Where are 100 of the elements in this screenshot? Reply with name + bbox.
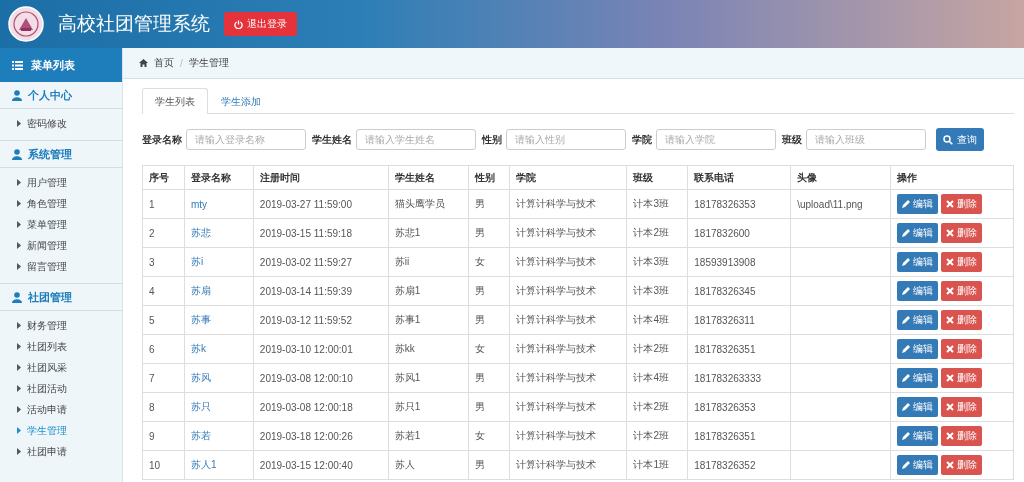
filter-field[interactable]: 请输入学院	[656, 129, 776, 150]
filter-field[interactable]: 请输入性别	[506, 129, 626, 150]
tab[interactable]: 学生列表	[142, 88, 208, 114]
table-cell: 男	[468, 450, 510, 480]
edit-button[interactable]: 编辑	[897, 339, 939, 359]
filter-label: 学生姓名	[312, 132, 352, 147]
table-cell: 计本4班	[626, 363, 688, 393]
close-icon	[946, 432, 955, 440]
filter-field[interactable]: 请输入学生姓名	[356, 129, 476, 150]
sidebar-item[interactable]: 新闻管理	[0, 235, 122, 256]
filter-label: 登录名称	[142, 132, 182, 147]
edit-button[interactable]: 编辑	[897, 252, 939, 272]
edit-button[interactable]: 编辑	[897, 368, 939, 388]
table-cell: 猫头鹰学员	[388, 189, 469, 219]
search-button[interactable]: 查询	[936, 128, 984, 151]
delete-button[interactable]: 删除	[941, 252, 983, 272]
table-cell: 男	[468, 392, 510, 422]
filter-field[interactable]: 请输入班级	[806, 129, 926, 150]
close-icon	[946, 258, 955, 266]
caret-icon	[17, 120, 21, 127]
sidebar-item[interactable]: 社团申请	[0, 441, 122, 462]
table-cell: 苏扇1	[388, 276, 469, 306]
table-cell: 计算计科学与技术	[509, 276, 627, 306]
close-icon	[946, 403, 955, 411]
sidebar-item[interactable]: 财务管理	[0, 315, 122, 336]
delete-button[interactable]: 删除	[941, 194, 983, 214]
sidebar-group[interactable]: 系统管理	[0, 141, 122, 168]
login-link[interactable]: 苏只	[190, 401, 211, 412]
sidebar-item[interactable]: 密码修改	[0, 113, 122, 134]
delete-button[interactable]: 删除	[941, 223, 983, 243]
logo-icon	[8, 6, 44, 42]
login-link[interactable]: 苏悲	[190, 227, 211, 238]
sidebar-item[interactable]: 菜单管理	[0, 214, 122, 235]
table-cell: 计算计科学与技术	[509, 189, 627, 219]
breadcrumb-separator: /	[180, 57, 183, 69]
table-cell: 4	[142, 276, 185, 306]
user-icon	[12, 89, 22, 101]
breadcrumb-item: 学生管理	[188, 56, 229, 70]
delete-button[interactable]: 删除	[941, 339, 983, 359]
sidebar-item[interactable]: 学生管理	[0, 420, 122, 441]
logout-button[interactable]: 退出登录	[224, 12, 297, 36]
table-cell: 计本2班	[626, 218, 688, 248]
delete-button[interactable]: 删除	[941, 455, 983, 475]
sidebar-item[interactable]: 留言管理	[0, 256, 122, 277]
edit-button[interactable]: 编辑	[897, 455, 939, 475]
tab[interactable]: 学生添加	[208, 89, 274, 114]
delete-button[interactable]: 删除	[941, 281, 983, 301]
login-link[interactable]: 苏若	[190, 430, 211, 441]
table-cell: 18593913908	[687, 247, 791, 277]
edit-button[interactable]: 编辑	[897, 310, 939, 330]
login-link[interactable]: 苏k	[190, 343, 206, 354]
table-cell: 2019-03-08 12:00:10	[253, 363, 389, 393]
breadcrumb-item[interactable]: 首页	[154, 56, 174, 70]
table-cell: 181783263333	[687, 363, 791, 393]
close-icon	[946, 316, 955, 324]
sidebar-item[interactable]: 社团风采	[0, 357, 122, 378]
edit-button[interactable]: 编辑	[897, 281, 939, 301]
table-cell: 苏人	[388, 450, 469, 480]
caret-icon	[17, 385, 21, 392]
delete-button[interactable]: 删除	[941, 368, 983, 388]
edit-button[interactable]: 编辑	[897, 194, 939, 214]
login-link[interactable]: 苏人1	[190, 459, 217, 470]
table-cell: 计本3班	[626, 276, 688, 306]
table-cell: 计算计科学与技术	[509, 450, 627, 480]
column-header: 操作	[890, 165, 1014, 190]
delete-button[interactable]: 删除	[941, 397, 983, 417]
table-cell: 2019-03-10 12:00:01	[253, 334, 389, 364]
table-cell: 计本3班	[626, 189, 688, 219]
sidebar-group[interactable]: 个人中心	[0, 82, 122, 109]
sidebar-item[interactable]: 活动申请	[0, 399, 122, 420]
table-cell: 男	[468, 276, 510, 306]
edit-button[interactable]: 编辑	[897, 426, 939, 446]
delete-button[interactable]: 删除	[941, 426, 983, 446]
login-link[interactable]: 苏i	[190, 256, 204, 267]
table-cell: 1	[142, 189, 185, 219]
sidebar-item[interactable]: 社团列表	[0, 336, 122, 357]
filter-field[interactable]: 请输入登录名称	[186, 129, 306, 150]
login-link[interactable]: mty	[190, 198, 208, 210]
login-link[interactable]: 苏扇	[190, 285, 211, 296]
app-title: 高校社团管理系统	[58, 12, 210, 36]
delete-button[interactable]: 删除	[941, 310, 983, 330]
edit-button[interactable]: 编辑	[897, 397, 939, 417]
caret-icon	[17, 364, 21, 371]
table-cell: 计本2班	[626, 421, 688, 451]
table-cell: 男	[468, 305, 510, 335]
table-cell: 女	[468, 247, 510, 277]
edit-button[interactable]: 编辑	[897, 223, 939, 243]
login-link[interactable]: 苏事	[190, 314, 211, 325]
caret-icon	[17, 322, 21, 329]
login-link[interactable]: 苏风	[190, 372, 211, 383]
pencil-icon	[902, 432, 911, 440]
sidebar-item[interactable]: 用户管理	[0, 172, 122, 193]
sidebar-item[interactable]: 社团活动	[0, 378, 122, 399]
table-cell: 苏ii	[388, 247, 469, 277]
caret-icon	[17, 179, 21, 186]
table-cell: 男	[468, 363, 510, 393]
sidebar-item[interactable]: 角色管理	[0, 193, 122, 214]
table-cell: 苏风1	[388, 363, 469, 393]
sidebar-group[interactable]: 社团管理	[0, 284, 122, 311]
filter-label: 学院	[632, 132, 652, 147]
